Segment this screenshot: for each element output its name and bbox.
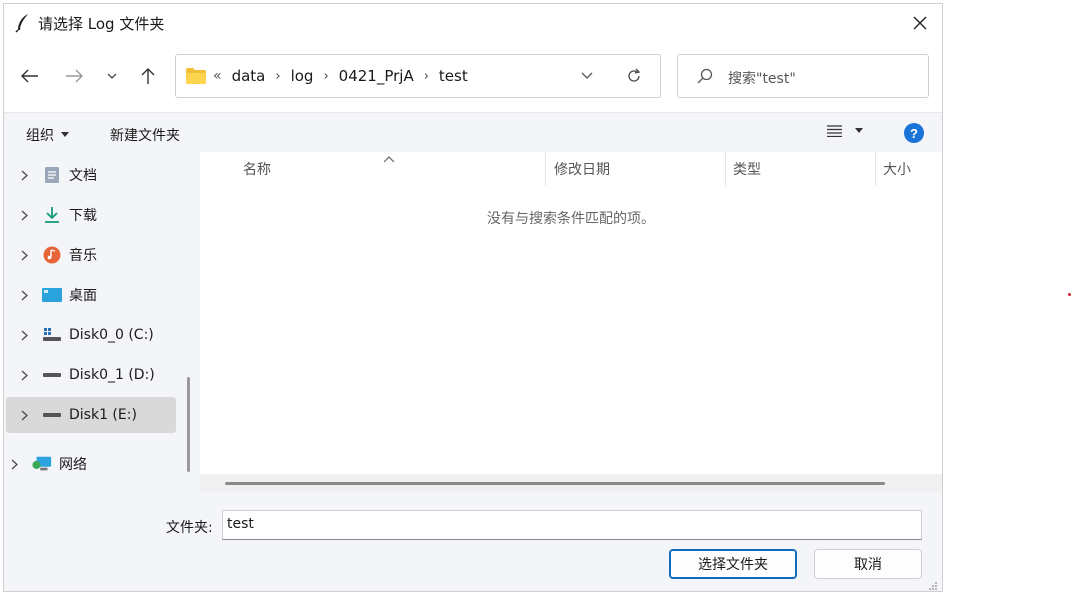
column-divider[interactable] <box>545 152 546 186</box>
nav-item-desktop[interactable]: 桌面 <box>6 277 176 313</box>
system-drive-icon <box>42 325 62 345</box>
background-dot <box>1068 293 1071 296</box>
nav-item-music[interactable]: 音乐 <box>6 237 176 273</box>
chevron-right-icon[interactable] <box>6 410 42 421</box>
feather-icon <box>15 13 31 33</box>
nav-item-drive-d[interactable]: Disk0_1 (D:) <box>6 357 176 393</box>
breadcrumb-item[interactable]: 0421_PrjA <box>339 67 414 85</box>
horizontal-scrollbar[interactable] <box>200 474 942 492</box>
window-title: 请选择 Log 文件夹 <box>38 15 165 33</box>
chevron-right-icon[interactable] <box>6 210 42 221</box>
nav-item-label: Disk1 (E:) <box>69 407 137 423</box>
title-bar: 请选择 Log 文件夹 <box>4 4 942 42</box>
list-view-icon <box>827 125 842 137</box>
nav-item-drive-e[interactable]: Disk1 (E:) <box>6 397 176 433</box>
column-header-type[interactable]: 类型 <box>733 152 761 186</box>
documents-icon <box>42 165 62 185</box>
nav-item-label: 文档 <box>69 168 97 184</box>
column-header-name[interactable]: 名称 <box>243 152 271 186</box>
folder-icon <box>186 68 206 88</box>
music-icon <box>42 245 62 265</box>
column-divider[interactable] <box>725 152 726 186</box>
recent-locations-chevron-icon[interactable] <box>100 64 124 88</box>
nav-item-documents[interactable]: 文档 <box>6 157 176 193</box>
navigation-row: « data › log › 0421_PrjA › test 搜索"test" <box>4 54 942 98</box>
breadcrumb-item[interactable]: data <box>232 67 266 85</box>
nav-item-label: 音乐 <box>69 248 97 264</box>
nav-item-label: Disk0_1 (D:) <box>69 367 155 383</box>
chevron-right-icon[interactable] <box>6 250 42 261</box>
empty-results-message: 没有与搜索条件匹配的项。 <box>487 211 655 227</box>
chevron-right-icon[interactable] <box>6 330 42 341</box>
chevron-right-icon[interactable] <box>6 170 42 181</box>
chevron-right-icon[interactable] <box>4 459 32 470</box>
column-header-size[interactable]: 大小 <box>883 152 911 186</box>
drive-icon <box>42 365 62 385</box>
chevron-right-icon[interactable]: › <box>424 69 429 84</box>
search-box[interactable]: 搜索"test" <box>677 54 929 98</box>
help-icon[interactable]: ? <box>904 123 924 143</box>
scrollbar-thumb[interactable] <box>225 482 885 485</box>
breadcrumb-overflow[interactable]: « <box>213 68 222 84</box>
chevron-right-icon[interactable] <box>6 370 42 381</box>
folder-picker-dialog: 请选择 Log 文件夹 « data › log › 0421_PrjA › t… <box>3 3 943 592</box>
nav-item-label: 下载 <box>69 208 97 224</box>
breadcrumb: « data › log › 0421_PrjA › test <box>213 67 468 85</box>
close-icon[interactable] <box>906 9 934 37</box>
downloads-icon <box>42 205 62 225</box>
desktop-icon <box>42 285 62 305</box>
caret-down-icon <box>855 128 863 133</box>
up-arrow-icon[interactable] <box>136 64 160 88</box>
address-dropdown-icon[interactable] <box>581 68 593 86</box>
new-folder-button[interactable]: 新建文件夹 <box>110 125 180 145</box>
nav-item-network[interactable]: 网络 <box>4 446 166 482</box>
chevron-right-icon[interactable]: › <box>323 69 328 84</box>
address-bar[interactable]: « data › log › 0421_PrjA › test <box>175 54 661 98</box>
view-options-button[interactable] <box>827 125 864 137</box>
nav-item-label: Disk0_0 (C:) <box>69 327 154 343</box>
organize-button[interactable]: 组织 <box>26 125 70 145</box>
caret-down-icon <box>61 132 69 137</box>
scrollbar-thumb[interactable] <box>187 377 190 472</box>
chevron-right-icon[interactable] <box>6 290 42 301</box>
breadcrumb-item[interactable]: log <box>291 67 314 85</box>
search-placeholder: 搜索"test" <box>728 71 796 87</box>
search-icon <box>697 68 713 88</box>
dialog-footer: 文件夹: test 选择文件夹 取消 <box>4 492 942 591</box>
column-header-modified[interactable]: 修改日期 <box>554 152 610 186</box>
nav-item-label: 桌面 <box>69 288 97 304</box>
resize-grip-icon[interactable] <box>928 579 938 591</box>
chevron-right-icon[interactable]: › <box>275 69 280 84</box>
drive-icon <box>42 405 62 425</box>
nav-item-drive-c[interactable]: Disk0_0 (C:) <box>6 317 176 353</box>
back-arrow-icon[interactable] <box>18 64 42 88</box>
forward-arrow-icon[interactable] <box>62 64 86 88</box>
select-folder-button[interactable]: 选择文件夹 <box>669 549 797 579</box>
network-icon <box>32 454 52 474</box>
nav-item-downloads[interactable]: 下载 <box>6 197 176 233</box>
command-bar: 组织 新建文件夹 ? <box>4 112 942 152</box>
navigation-pane-scrollbar[interactable] <box>180 152 200 492</box>
cancel-button[interactable]: 取消 <box>814 549 922 579</box>
folder-name-input[interactable]: test <box>222 510 922 540</box>
navigation-pane: 文档 下载 音乐 桌面 Disk0_0 (C:) Disk0_1 (D:) Di… <box>4 152 180 492</box>
file-list[interactable]: 名称 修改日期 类型 大小 没有与搜索条件匹配的项。 <box>200 152 942 492</box>
breadcrumb-item[interactable]: test <box>439 67 468 85</box>
folder-label: 文件夹: <box>166 520 213 536</box>
refresh-icon[interactable] <box>626 68 642 88</box>
nav-item-label: 网络 <box>59 457 87 473</box>
organize-label: 组织 <box>26 128 54 144</box>
sort-ascending-icon <box>383 152 395 168</box>
column-divider[interactable] <box>875 152 876 186</box>
